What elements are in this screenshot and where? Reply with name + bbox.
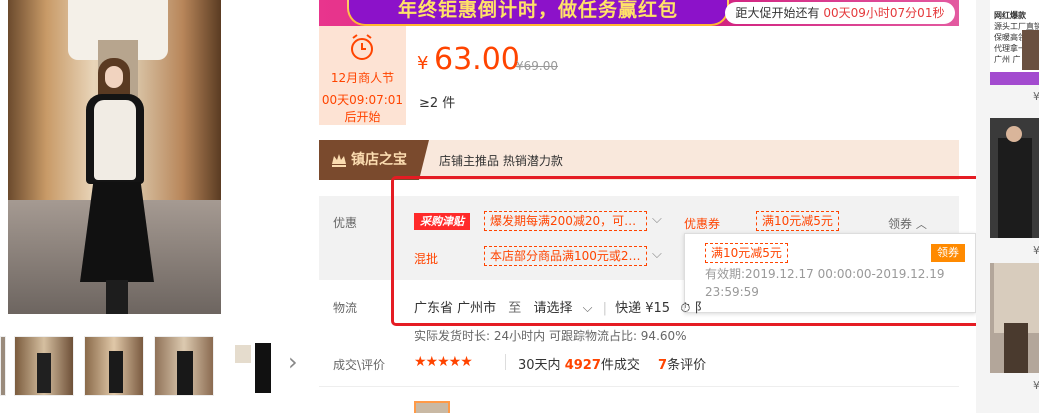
sales-summary: 30天内 4927件成交 7条评价 [518,358,707,373]
main-product-image[interactable] [8,0,221,314]
shop-treasure-bar[interactable]: 镇店之宝 店铺主推品 热销潜力款 [319,140,959,180]
thumbnail-5[interactable] [224,336,284,396]
alarm-clock-icon [351,34,373,60]
banner-slogan: 年终钜惠倒计时，做任务赢红包 [349,0,727,24]
express-fee: 快递 ¥15 [615,301,671,316]
original-price: ¥69.00 [516,59,558,73]
event-countdown-box: 12月商人节 00天09:07:01 后开始 [319,26,406,125]
shipping-label: 物流 [333,301,358,315]
treasure-badge: 镇店之宝 [319,140,429,180]
current-price: 63.00 [434,42,520,77]
shipping-row: 广东省 广州市 至 请选择 ⌵ | 快递 ¥15 ⏱ 阝 [414,301,708,316]
chevron-down-icon[interactable]: ⌵ [583,301,593,316]
sku-thumbnail[interactable] [414,401,450,413]
deals-label: 成交\评价 [333,358,386,372]
rating-stars: ★★★★★ [414,354,473,370]
recommend-sidebar: 网红爆款 源头工厂直销 保暖高领内搭衫 代理拿一件包邮 广州 广 州 秀 [976,0,1039,413]
thumbnail-1[interactable] [0,336,6,396]
treasure-text: 店铺主推品 热销潜力款 [439,154,563,168]
banner-countdown: 距大促开始还有 00天09小时07分01秒 [725,2,955,24]
review-count: 7 [658,358,668,373]
crown-icon [332,154,346,167]
sidebar-card-1[interactable]: 网红爆款 源头工厂直销 保暖高领内搭衫 代理拿一件包邮 广州 广 州 秀 [990,0,1039,85]
sales-count: 4927 [564,358,601,373]
promo-label: 优惠 [333,216,358,230]
ship-destination-select[interactable]: 请选择 [533,301,572,316]
price-currency: ¥ [417,53,429,74]
thumbnail-2[interactable] [14,336,74,396]
event-timer: 00天09:07:01 [321,93,404,107]
chevron-right-icon[interactable]: › [288,350,298,374]
min-quantity: ≥2 件 [419,96,456,111]
clock-icon: ⏱ [680,301,691,316]
event-status: 后开始 [344,110,381,124]
review-link[interactable]: 条评价 [667,358,706,373]
ship-origin: 广东省 广州市 [414,301,497,316]
thumbnail-3[interactable] [84,336,144,396]
thumbnail-4[interactable] [154,336,214,396]
shipping-stats: 实际发货时长: 24小时内 可跟踪物流占比: 94.60% [414,329,687,343]
promo-banner[interactable]: 年终钜惠倒计时，做任务赢红包 距大促开始还有 00天09小时07分01秒 [319,0,959,26]
event-name: 12月商人节 [330,71,395,85]
sidebar-card-3[interactable] [990,263,1039,373]
sidebar-card-2[interactable] [990,118,1039,238]
